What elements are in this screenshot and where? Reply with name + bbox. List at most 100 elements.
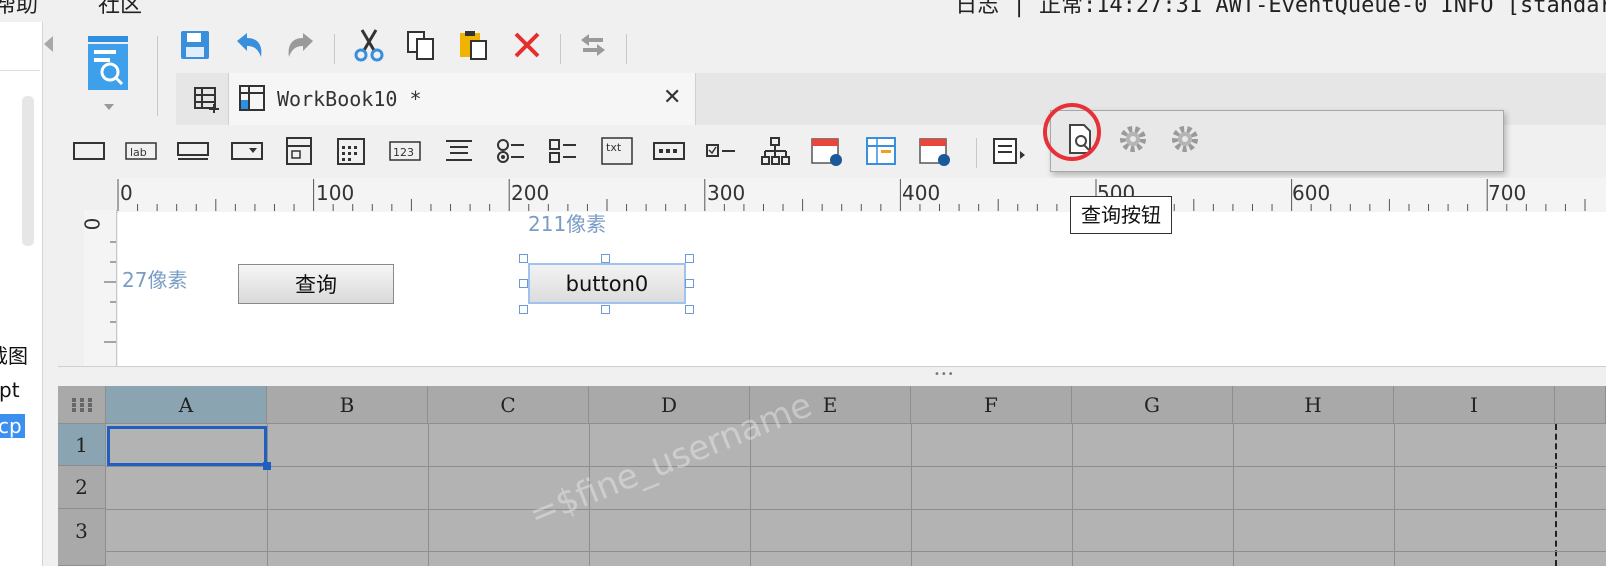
transfer-icon[interactable] [576, 28, 610, 62]
column-header[interactable] [1555, 386, 1606, 424]
label-icon[interactable]: lab [124, 136, 158, 166]
save-icon[interactable] [178, 28, 212, 62]
row-header[interactable]: 2 [58, 466, 106, 509]
chevron-down-icon[interactable] [104, 104, 114, 110]
undo-icon[interactable] [232, 28, 266, 62]
button0-widget[interactable]: button0 [528, 263, 686, 304]
grid-line [267, 424, 268, 566]
selected-cell-a1[interactable] [107, 426, 267, 466]
select-all-corner[interactable] [58, 386, 106, 424]
resize-handle[interactable] [685, 254, 694, 263]
template-tree-panel: 截图 cpt cp [0, 22, 43, 566]
ruler-label: 0 [120, 181, 133, 205]
panel-divider [0, 70, 40, 71]
tooltip: 查询按钮 [1070, 196, 1172, 234]
row-header[interactable]: 1 [58, 424, 106, 466]
row-header[interactable]: 3 [58, 509, 106, 566]
radio-group-icon[interactable] [494, 136, 528, 166]
svg-text:lab: lab [130, 146, 147, 159]
horizontal-ruler: 0 100 200 300 400 500 600 700 [116, 178, 1606, 213]
checkbox-group-icon[interactable] [546, 136, 580, 166]
grid-line [106, 509, 1606, 510]
highlight-circle [1043, 103, 1101, 161]
resize-handle[interactable] [519, 305, 528, 314]
ruler-label: 400 [902, 181, 941, 205]
top-distance-label: 211像素 [528, 212, 607, 236]
column-header[interactable]: I [1394, 386, 1555, 424]
password-icon[interactable] [652, 136, 686, 166]
ruler-label: 600 [1292, 181, 1331, 205]
menu-item-help[interactable]: 帮助 [0, 0, 38, 19]
form-icon [237, 83, 267, 117]
vertical-ruler: 0 [80, 210, 117, 368]
query-button-widget[interactable]: 查询 [238, 264, 394, 304]
close-icon[interactable]: ✕ [663, 85, 681, 110]
tree-icon[interactable] [758, 136, 792, 166]
fill-handle[interactable] [263, 462, 271, 470]
paste-icon[interactable] [456, 28, 490, 62]
new-workbook-icon[interactable] [190, 82, 224, 116]
toolbar-separator [560, 34, 561, 64]
date-time-icon[interactable] [918, 136, 952, 166]
textarea-icon[interactable] [442, 136, 476, 166]
grid-line [911, 424, 912, 566]
cut-icon[interactable] [352, 28, 386, 62]
ruler-label: 700 [1488, 181, 1527, 205]
tree-item-cpt[interactable]: cpt [0, 378, 20, 402]
resize-handle[interactable] [519, 279, 528, 288]
text-widget-icon[interactable]: txt [600, 136, 634, 166]
resize-handle[interactable] [685, 305, 694, 314]
ruler-label: 300 [707, 181, 746, 205]
svg-text:txt: txt [606, 141, 622, 154]
number-field-icon[interactable]: 123 [388, 136, 422, 166]
column-header[interactable]: C [428, 386, 589, 424]
column-header[interactable]: B [267, 386, 428, 424]
input-box-icon[interactable] [176, 136, 210, 166]
panel-scrollbar[interactable] [22, 96, 34, 246]
column-header[interactable]: F [911, 386, 1072, 424]
settings-gear-icon[interactable] [1115, 121, 1151, 157]
data-table-icon[interactable] [864, 136, 898, 166]
grid-line [1394, 424, 1395, 566]
form-more-icon[interactable] [992, 136, 1026, 166]
column-header[interactable]: A [106, 386, 267, 424]
ruler-label: 100 [316, 181, 355, 205]
tab-title: WorkBook10 * [277, 87, 422, 111]
collapse-panel-icon[interactable] [44, 36, 53, 52]
checkbox-icon[interactable] [704, 136, 738, 166]
toolbar-separator [157, 36, 158, 116]
grid-line [1072, 424, 1073, 566]
menu-item-community[interactable]: 社区 [98, 0, 142, 19]
toolbar-separator [334, 34, 335, 64]
resize-handle[interactable] [519, 254, 528, 263]
grid-line [428, 424, 429, 566]
text-field-icon[interactable] [72, 136, 106, 166]
menu-bar: 帮助 社区 日志 | 正常:14:27:31 AWT-EventQueue-0 … [0, 0, 1606, 22]
calendar-grid-icon[interactable] [334, 136, 368, 166]
resize-handle[interactable] [601, 305, 610, 314]
page-break-line [1555, 424, 1558, 566]
settings-gear-icon[interactable] [1167, 121, 1203, 157]
dropdown-tree-icon[interactable] [282, 136, 316, 166]
grid-line [106, 466, 1606, 467]
toolbar-separator [976, 138, 977, 168]
dropdown-icon[interactable] [230, 136, 264, 166]
spreadsheet-grid[interactable]: A B C D E F G H I 1 2 3 [58, 386, 1606, 566]
tree-item-selected-cpt[interactable]: cp [0, 414, 25, 438]
column-header[interactable]: G [1072, 386, 1233, 424]
grid-line [1233, 424, 1234, 566]
resize-handle[interactable] [601, 254, 610, 263]
date-icon[interactable] [810, 136, 844, 166]
redo-icon[interactable] [284, 28, 318, 62]
resize-handle[interactable] [685, 279, 694, 288]
delete-icon[interactable] [510, 28, 544, 62]
tab-workbook10[interactable]: WorkBook10 * ✕ [228, 73, 696, 125]
splitter-handle[interactable]: ••• [58, 366, 1606, 387]
copy-icon[interactable] [404, 28, 438, 62]
log-status-text: 日志 | 正常:14:27:31 AWT-EventQueue-0 INFO [… [955, 0, 1606, 18]
left-distance-label: 27像素 [122, 268, 188, 292]
tree-item-screenshot[interactable]: 截图 [0, 340, 28, 369]
grid-line [106, 551, 1606, 552]
preview-form-icon[interactable] [84, 34, 132, 96]
column-header[interactable]: H [1233, 386, 1394, 424]
